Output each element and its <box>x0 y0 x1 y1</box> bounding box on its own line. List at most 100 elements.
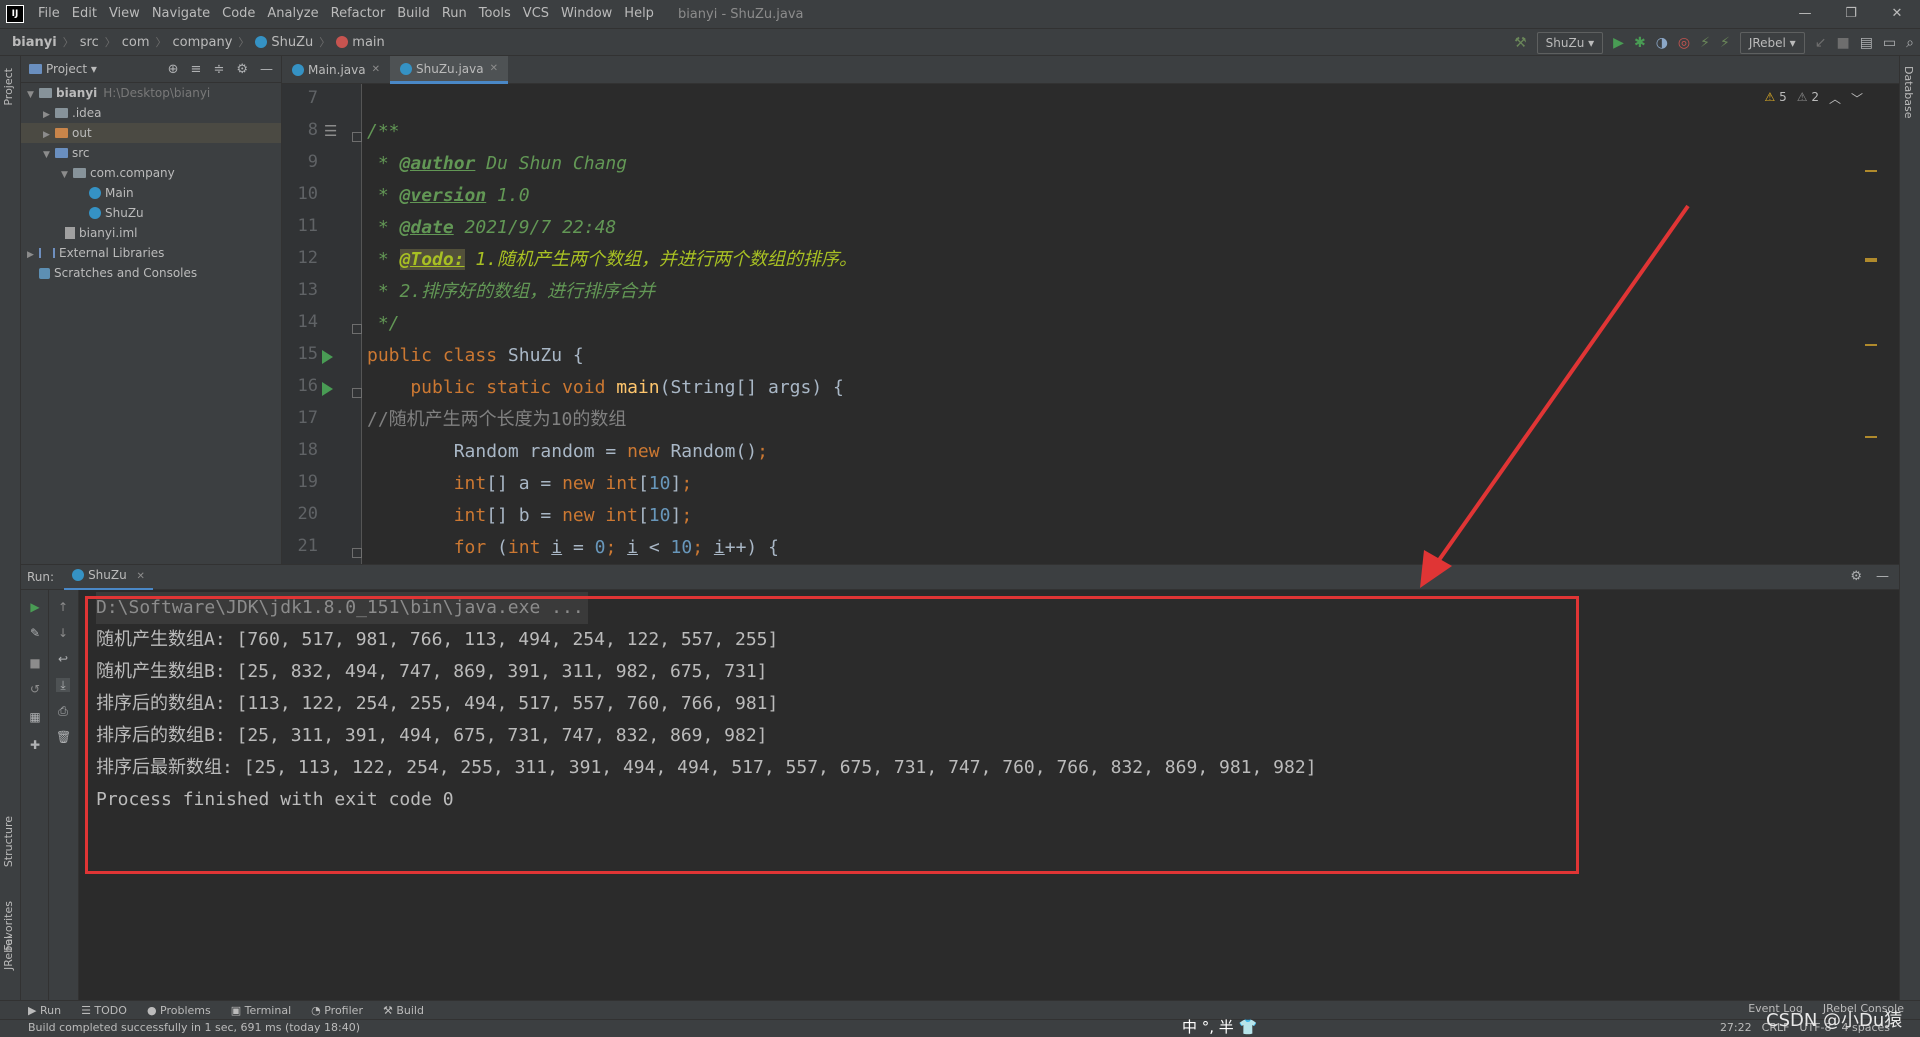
caret-position[interactable]: 27:22 <box>1720 1021 1752 1034</box>
stop-icon[interactable]: ■ <box>1836 35 1849 51</box>
project-structure-icon[interactable]: ▤ <box>1860 35 1873 51</box>
breadcrumb-com[interactable]: com <box>118 35 154 50</box>
project-view-select[interactable]: Project ▾ <box>46 62 97 76</box>
error-stripe-mark[interactable] <box>1865 344 1877 346</box>
restore-button[interactable]: ❐ <box>1828 0 1874 28</box>
arrow-up-icon[interactable]: ↑ <box>56 600 70 614</box>
run-gutter-icon[interactable] <box>322 350 333 364</box>
hide-panel-icon[interactable]: — <box>1876 569 1889 584</box>
fold-marker-icon[interactable] <box>352 132 362 142</box>
error-stripe-mark[interactable] <box>1865 170 1877 172</box>
minimize-button[interactable]: — <box>1782 0 1828 28</box>
jrebel-select[interactable]: JRebel ▾ <box>1739 32 1805 54</box>
tree-item-out[interactable]: ▶ out <box>21 123 281 143</box>
close-icon[interactable]: ✕ <box>372 56 380 84</box>
hide-panel-icon[interactable]: — <box>260 62 273 77</box>
menu-analyze[interactable]: Analyze <box>261 0 324 28</box>
menu-window[interactable]: Window <box>555 0 618 28</box>
build-tool-button[interactable]: ⚒ Build <box>383 1004 424 1017</box>
pin-icon[interactable]: ✚ <box>28 738 42 752</box>
run-tab-shuzu[interactable]: ShuZu ✕ <box>64 564 153 590</box>
expand-all-icon[interactable]: ≡ <box>191 62 202 77</box>
tree-item-iml[interactable]: bianyi.iml <box>21 223 281 243</box>
doc-render-icon[interactable]: ☰ <box>324 122 337 140</box>
gear-icon[interactable]: ⚙ <box>236 62 248 77</box>
code-line-21: for (int i = 0; i < 10; i++) { <box>367 532 779 564</box>
breadcrumb-project[interactable]: bianyi <box>8 35 61 50</box>
structure-tool-tab[interactable]: Structure <box>2 816 15 867</box>
terminal-tool-button[interactable]: ▣ Terminal <box>231 1004 291 1017</box>
close-icon[interactable]: ✕ <box>490 55 498 83</box>
rerun-icon[interactable]: ▶ <box>28 600 42 614</box>
problems-tool-button[interactable]: ● Problems <box>147 1004 211 1017</box>
breadcrumb-company[interactable]: company <box>168 35 236 50</box>
jrebel-tool-tab[interactable]: JRebel <box>2 936 15 970</box>
menu-file[interactable]: File <box>32 0 66 28</box>
layout-icon[interactable]: ▦ <box>28 710 42 724</box>
fold-marker-icon[interactable] <box>352 388 362 398</box>
status-message[interactable]: Build completed successfully in 1 sec, 6… <box>28 1021 360 1034</box>
project-tool-tab[interactable]: Project <box>2 68 15 106</box>
tab-shuzu-java[interactable]: ShuZu.java ✕ <box>390 55 509 84</box>
fold-marker-icon[interactable] <box>352 548 362 558</box>
arrow-down-icon[interactable]: ↓ <box>56 626 70 640</box>
tree-item-scratches[interactable]: Scratches and Consoles <box>21 263 281 283</box>
layout-icon[interactable]: ▭ <box>1883 35 1896 51</box>
todo-tool-button[interactable]: ☰ TODO <box>81 1004 127 1017</box>
inspection-widget[interactable]: ⚠ 5 ⚠ 2 ︿ ﹀ <box>1765 90 1864 107</box>
tree-item-idea[interactable]: ▶ .idea <box>21 103 281 123</box>
wrench-icon[interactable]: ✎ <box>28 626 42 640</box>
fold-marker-icon[interactable] <box>352 324 362 334</box>
menu-help[interactable]: Help <box>618 0 660 28</box>
menu-vcs[interactable]: VCS <box>517 0 555 28</box>
run-gutter-icon[interactable] <box>322 382 333 396</box>
restore-layout-icon[interactable]: ↺ <box>28 682 42 696</box>
search-icon[interactable]: ⌕ <box>1906 35 1914 51</box>
gear-icon[interactable]: ⚙ <box>1850 569 1862 584</box>
breadcrumb-method[interactable]: main <box>332 35 388 50</box>
close-icon[interactable]: ✕ <box>137 571 145 582</box>
profile-icon[interactable]: ◎ <box>1678 35 1690 51</box>
menu-run[interactable]: Run <box>436 0 473 28</box>
scroll-to-end-icon[interactable]: ⤓ <box>56 678 70 692</box>
menu-navigate[interactable]: Navigate <box>146 0 216 28</box>
tree-item-external-libraries[interactable]: ▶ External Libraries <box>21 243 281 263</box>
chevron-down-icon[interactable]: ﹀ <box>1851 90 1863 107</box>
error-stripe-mark[interactable] <box>1865 260 1877 262</box>
menu-view[interactable]: View <box>103 0 146 28</box>
error-stripe-mark[interactable] <box>1865 436 1877 438</box>
breadcrumb-src[interactable]: src <box>76 35 103 50</box>
menu-edit[interactable]: Edit <box>66 0 103 28</box>
tree-item-project-root[interactable]: ▼ bianyi H:\Desktop\bianyi <box>21 83 281 103</box>
build-hammer-icon[interactable]: ⚒ <box>1514 35 1527 51</box>
collapse-all-icon[interactable]: ≑ <box>213 62 224 77</box>
run-tool-button[interactable]: ▶ Run <box>28 1004 61 1017</box>
run-config-select[interactable]: ShuZu ▾ <box>1536 32 1604 54</box>
tree-item-shuzu-class[interactable]: ShuZu <box>21 203 281 223</box>
tab-main-java[interactable]: Main.java ✕ <box>282 56 390 84</box>
menu-refactor[interactable]: Refactor <box>325 0 392 28</box>
locate-icon[interactable]: ⊕ <box>168 62 179 77</box>
menu-build[interactable]: Build <box>391 0 436 28</box>
close-window-button[interactable]: ✕ <box>1874 0 1920 28</box>
tree-item-src[interactable]: ▼ src <box>21 143 281 163</box>
tree-item-main-class[interactable]: Main <box>21 183 281 203</box>
chevron-up-icon[interactable]: ︿ <box>1829 90 1841 107</box>
code-token: Du Shun Chang <box>475 153 628 174</box>
run-icon[interactable]: ▶ <box>1613 35 1624 51</box>
stop-icon[interactable]: ■ <box>28 656 42 670</box>
jrebel-debug-icon[interactable]: ⚡ <box>1720 35 1730 51</box>
database-tool-tab[interactable]: Database <box>1902 66 1915 119</box>
menu-tools[interactable]: Tools <box>473 0 517 28</box>
soft-wrap-icon[interactable]: ↩ <box>56 652 70 666</box>
profiler-tool-button[interactable]: ◔ Profiler <box>311 1004 363 1017</box>
debug-icon[interactable]: ✱ <box>1634 35 1646 51</box>
breadcrumb-class[interactable]: ShuZu <box>251 35 317 50</box>
jrebel-run-icon[interactable]: ⚡ <box>1700 35 1710 51</box>
trash-icon[interactable]: 🗑 <box>56 730 71 744</box>
print-icon[interactable]: ⎙ <box>56 704 70 718</box>
menu-code[interactable]: Code <box>216 0 261 28</box>
coverage-icon[interactable]: ◑ <box>1656 35 1668 51</box>
vcs-update-icon[interactable]: ↙ <box>1815 35 1827 51</box>
tree-item-package[interactable]: ▼ com.company <box>21 163 281 183</box>
